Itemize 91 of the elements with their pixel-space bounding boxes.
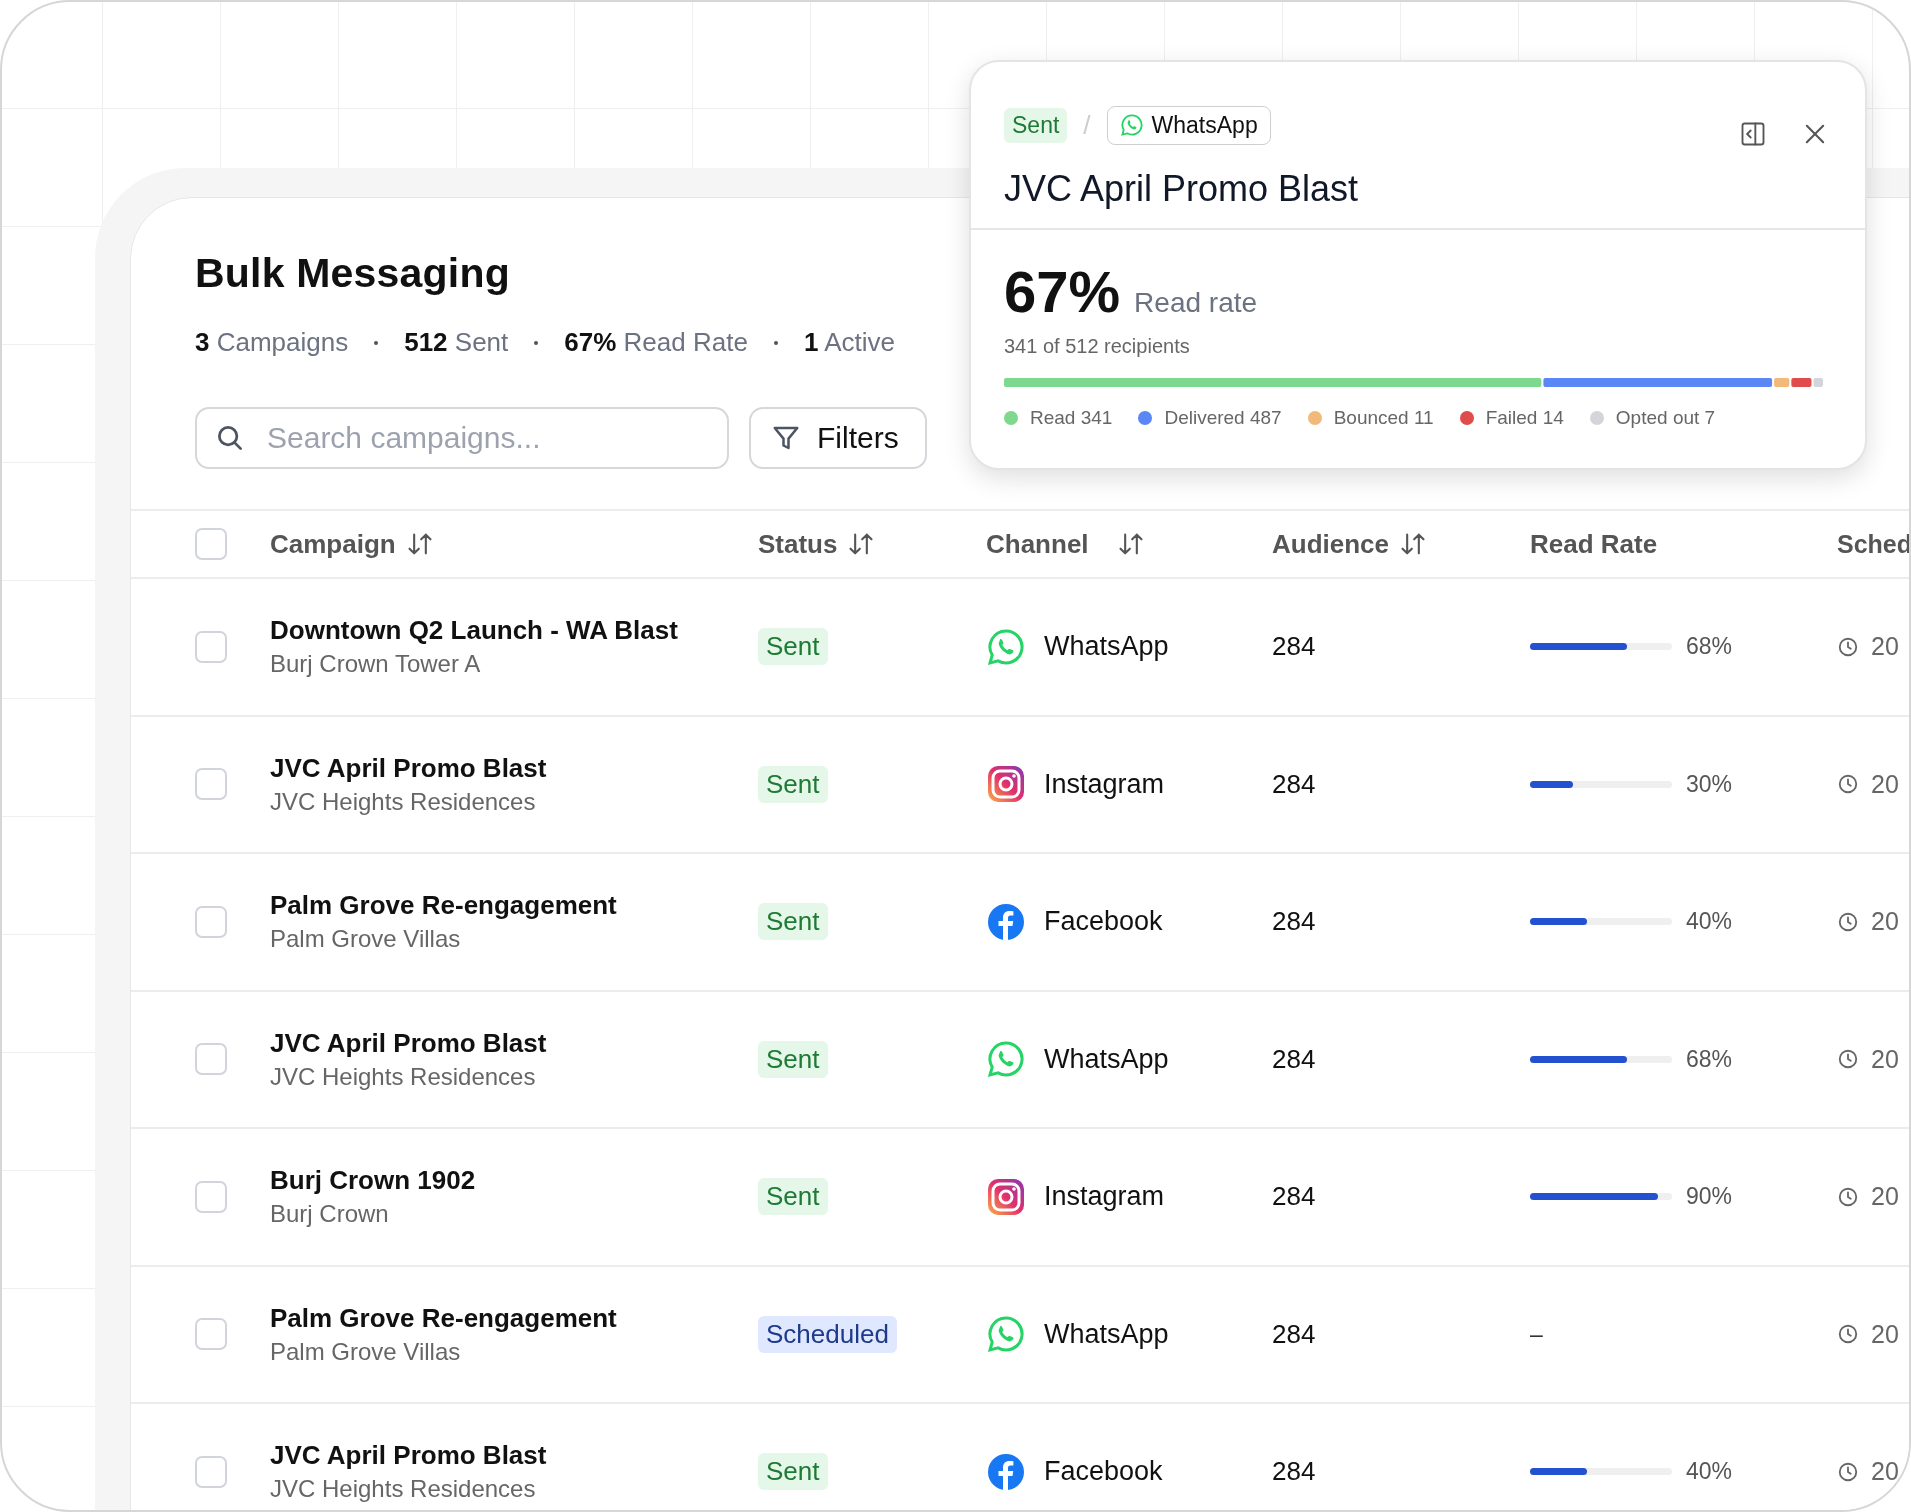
schedule-date: 20 (1871, 907, 1899, 937)
read-rate-value: 68% (1686, 633, 1733, 661)
status-badge: Sent (758, 765, 828, 803)
row-checkbox[interactable] (195, 1180, 227, 1213)
schedule-date: 20 (1871, 632, 1899, 662)
channel-name: WhatsApp (1044, 1043, 1169, 1075)
status-badge: Sent (758, 903, 828, 941)
property-name: Burj Crown Tower A (270, 650, 481, 679)
legend-label: Opted out 7 (1615, 407, 1716, 429)
separator-dot (374, 340, 379, 345)
campaign-name: Burj Crown 1902 (270, 1165, 476, 1197)
stat-text: 512 Sent (404, 327, 509, 358)
channel-name: Facebook (1044, 1456, 1163, 1488)
clock-icon (1837, 773, 1859, 796)
select-all-checkbox[interactable] (195, 528, 227, 560)
column-header[interactable]: Audience (1272, 528, 1390, 560)
row-checkbox[interactable] (195, 1318, 227, 1351)
clock-icon (1837, 1460, 1859, 1483)
property-name: JVC Heights Residences (270, 1475, 536, 1504)
row-checkbox[interactable] (195, 905, 227, 938)
channel-name: WhatsApp (1044, 1318, 1169, 1350)
campaign-name: JVC April Promo Blast (270, 1027, 547, 1059)
row-checkbox[interactable] (195, 1043, 227, 1076)
channel-name: Instagram (1044, 768, 1165, 800)
read-rate-value: 67% (1004, 258, 1121, 325)
read-rate-value: 90% (1686, 1183, 1733, 1211)
stat-text: 67% Read Rate (564, 327, 748, 358)
read-rate-value: 40% (1686, 1458, 1733, 1486)
clock-icon (1837, 635, 1859, 658)
schedule-date: 20 (1871, 769, 1899, 799)
status-badge: Sent (758, 1040, 828, 1078)
stat-text: 1 Active (803, 327, 895, 358)
read-rate-label: Read rate (1134, 287, 1258, 319)
schedule-date: 20 (1871, 1457, 1899, 1487)
channel-name: WhatsApp (1044, 631, 1169, 663)
clock-icon (1837, 1185, 1859, 1208)
property-name: Palm Grove Villas (270, 925, 461, 954)
legend-label: Delivered 487 (1164, 407, 1282, 429)
schedule-date: 20 (1871, 1182, 1899, 1212)
breadcrumb-separator: / (1083, 109, 1091, 141)
legend-label: Read 341 (1030, 407, 1113, 429)
property-name: JVC Heights Residences (270, 787, 536, 816)
status-badge: Sent (1004, 107, 1068, 143)
row-checkbox[interactable] (195, 1455, 227, 1488)
legend-label: Failed 14 (1485, 407, 1564, 429)
column-header[interactable]: Campaign (270, 528, 396, 560)
filters-button[interactable]: Filters (749, 407, 927, 469)
audience-count: 284 (1272, 1456, 1316, 1488)
audience-count: 284 (1272, 1043, 1316, 1075)
property-name: Palm Grove Villas (270, 1337, 461, 1366)
row-checkbox[interactable] (195, 768, 227, 801)
property-name: JVC Heights Residences (270, 1062, 536, 1091)
audience-count: 284 (1272, 631, 1316, 663)
campaign-name: JVC April Promo Blast (270, 752, 547, 784)
column-header[interactable]: Channel (986, 528, 1089, 560)
read-rate-value: 40% (1686, 908, 1733, 936)
schedule-date: 20 (1871, 1044, 1899, 1074)
recipients-text: 341 of 512 recipients (1004, 335, 1191, 358)
audience-count: 284 (1272, 1181, 1316, 1213)
status-badge: Sent (758, 628, 828, 666)
column-header[interactable]: Status (758, 528, 838, 560)
schedule-date: 20 (1871, 1319, 1899, 1349)
campaign-name: JVC April Promo Blast (270, 1440, 547, 1472)
status-badge: Sent (758, 1178, 828, 1216)
channel-name: Instagram (1044, 1181, 1165, 1213)
stat-text: 3 Campaigns (195, 327, 349, 358)
audience-count: 284 (1272, 768, 1316, 800)
read-rate-value: – (1530, 1320, 1543, 1348)
separator-dot (773, 340, 778, 345)
campaign-name: Palm Grove Re-engagement (270, 890, 617, 922)
legend-label: Bounced 11 (1333, 407, 1434, 429)
read-rate-value: 30% (1686, 770, 1733, 798)
audience-count: 284 (1272, 906, 1316, 938)
separator-dot (534, 340, 539, 345)
popover-title: JVC April Promo Blast (971, 150, 1865, 230)
row-checkbox[interactable] (195, 630, 227, 663)
clock-icon (1837, 1323, 1859, 1346)
channel-name: Facebook (1044, 906, 1163, 938)
column-header: Read Rate (1530, 528, 1658, 560)
status-badge: Sent (758, 1453, 828, 1491)
clock-icon (1837, 1048, 1859, 1071)
search-field[interactable]: Search campaigns... (195, 407, 729, 469)
campaign-name: Palm Grove Re-engagement (270, 1302, 617, 1334)
channel-chip: WhatsApp (1106, 105, 1271, 145)
property-name: Burj Crown (270, 1200, 389, 1229)
read-rate-value: 68% (1686, 1045, 1733, 1073)
audience-count: 284 (1272, 1318, 1316, 1350)
status-badge: Scheduled (758, 1315, 897, 1353)
campaign-name: Downtown Q2 Launch - WA Blast (270, 615, 678, 647)
clock-icon (1837, 910, 1859, 933)
page-title: Bulk Messaging (195, 250, 510, 297)
